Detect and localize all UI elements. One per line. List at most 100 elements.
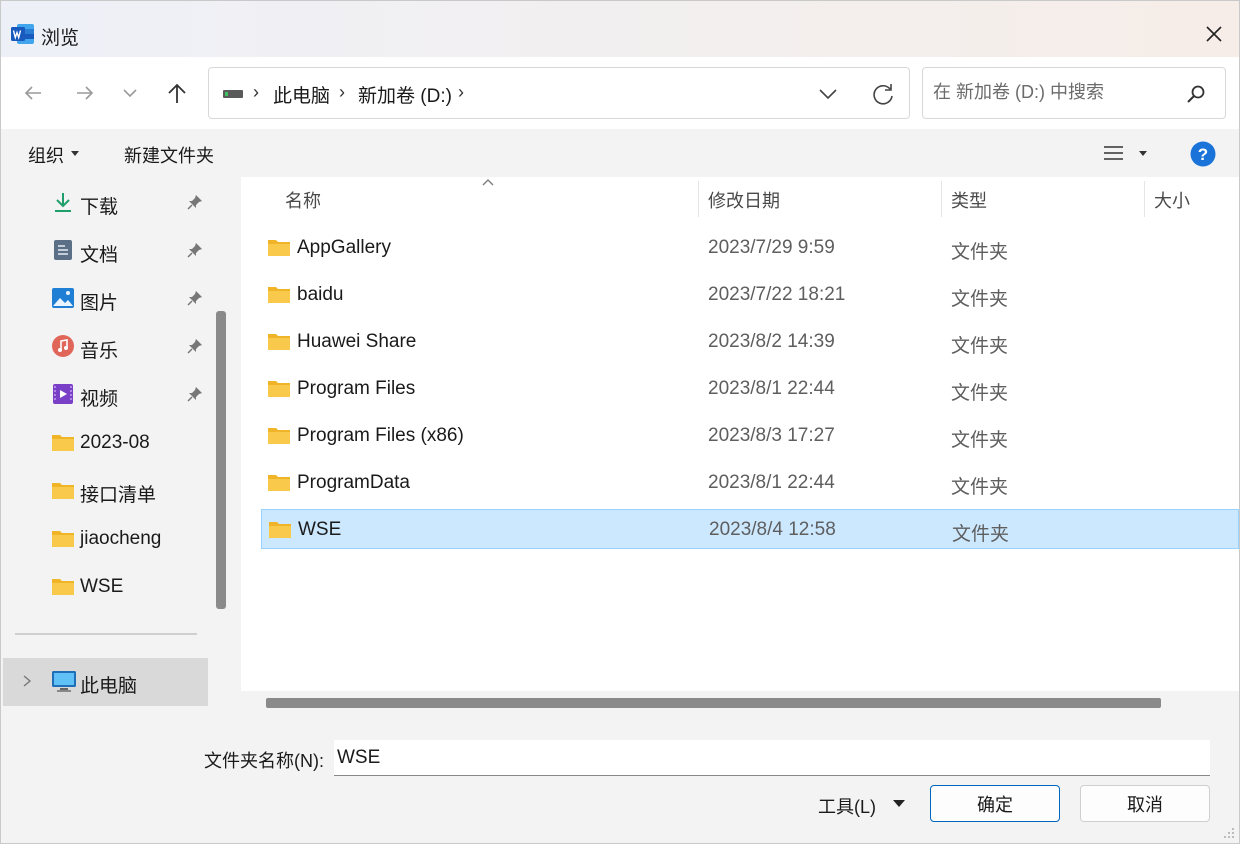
organize-button[interactable]: 组织 <box>28 142 64 168</box>
folder-icon <box>52 435 74 451</box>
list-view-icon[interactable] <box>1103 143 1125 163</box>
file-date: 2023/7/22 18:21 <box>708 284 846 305</box>
help-icon[interactable]: ? <box>1190 141 1216 167</box>
file-row[interactable]: AppGallery 2023/7/29 9:59 文件夹 <box>261 228 1239 268</box>
file-date: 2023/8/1 22:44 <box>708 472 835 493</box>
pin-icon[interactable] <box>187 338 203 354</box>
search-box[interactable] <box>922 67 1226 119</box>
new-folder-button[interactable]: 新建文件夹 <box>124 142 214 168</box>
breadcrumb-drive-d[interactable]: 新加卷 (D:) <box>358 81 452 108</box>
file-name: WSE <box>298 519 342 540</box>
column-header-type[interactable]: 类型 <box>951 187 987 213</box>
forward-button[interactable] <box>67 75 103 111</box>
drive-icon <box>223 90 243 98</box>
column-separator[interactable] <box>698 181 699 217</box>
search-icon[interactable] <box>1185 83 1207 105</box>
sidebar-item-label: 音乐 <box>80 341 119 362</box>
file-row[interactable]: Huawei Share 2023/8/2 14:39 文件夹 <box>261 322 1239 362</box>
sidebar-scrollbar[interactable] <box>216 311 226 609</box>
sidebar-item-videos[interactable]: 视频 <box>1 374 211 414</box>
ok-button[interactable]: 确定 <box>930 785 1060 822</box>
file-row[interactable]: baidu 2023/7/22 18:21 文件夹 <box>261 275 1239 315</box>
svg-text:?: ? <box>1198 145 1208 164</box>
resize-grip-icon[interactable] <box>1223 827 1235 839</box>
pin-icon[interactable] <box>187 242 203 258</box>
file-name: Huawei Share <box>297 331 417 352</box>
sidebar-item-jiaocheng[interactable]: jiaocheng <box>1 518 211 558</box>
caret-down-icon[interactable] <box>1139 151 1147 156</box>
breadcrumb-separator: › <box>339 82 345 102</box>
close-icon[interactable] <box>1197 17 1231 51</box>
sidebar-item-label: WSE <box>80 576 124 597</box>
sidebar-item-wse[interactable]: WSE <box>1 566 211 606</box>
sidebar-item-label: 此电脑 <box>80 676 138 697</box>
sidebar-item-this-pc[interactable]: 此电脑 <box>3 658 208 706</box>
scrollbar-thumb[interactable] <box>266 698 1161 708</box>
folder-name-input[interactable] <box>334 740 1210 776</box>
column-header-size[interactable]: 大小 <box>1154 187 1190 213</box>
sidebar-item-pictures[interactable]: 图片 <box>1 278 211 318</box>
arrow-right-icon <box>77 86 94 100</box>
column-header-name[interactable]: 名称 <box>285 187 321 213</box>
search-input[interactable] <box>933 82 1173 103</box>
file-type: 文件夹 <box>951 242 1009 263</box>
file-name: Program Files (x86) <box>297 425 464 446</box>
chevron-right-icon[interactable] <box>21 674 33 688</box>
file-type: 文件夹 <box>951 289 1009 310</box>
folder-icon <box>268 240 290 256</box>
file-date: 2023/8/3 17:27 <box>708 425 835 446</box>
column-header-date[interactable]: 修改日期 <box>708 187 780 213</box>
download-icon <box>55 193 71 212</box>
up-button[interactable] <box>159 75 195 111</box>
file-row[interactable]: Program Files 2023/8/1 22:44 文件夹 <box>261 369 1239 409</box>
chevron-down-icon[interactable] <box>814 82 842 106</box>
refresh-icon[interactable] <box>869 81 897 107</box>
navigation-bar: › 此电脑 › 新加卷 (D:) › <box>1 57 1239 129</box>
sidebar-item-downloads[interactable]: 下载 <box>1 182 211 222</box>
file-list: 名称 修改日期 类型 大小 AppGallery 2023/7/29 9:59 … <box>241 177 1239 691</box>
sidebar-item-label: 视频 <box>80 389 119 410</box>
sidebar-item-music[interactable]: 音乐 <box>1 326 211 366</box>
folder-name-label: 文件夹名称(N): <box>204 751 324 771</box>
pin-icon[interactable] <box>187 194 203 210</box>
tools-button[interactable]: 工具(L) <box>818 793 876 819</box>
video-icon <box>53 384 73 404</box>
file-date: 2023/8/2 14:39 <box>708 331 835 352</box>
sidebar-item-label: 下载 <box>80 197 119 218</box>
column-separator[interactable] <box>1144 181 1145 217</box>
address-bar[interactable]: › 此电脑 › 新加卷 (D:) › <box>208 67 910 119</box>
caret-down-icon[interactable] <box>893 800 905 807</box>
arrow-up-icon <box>168 83 186 103</box>
folder-icon <box>269 522 291 538</box>
caret-down-icon[interactable] <box>71 151 79 156</box>
file-row[interactable]: ProgramData 2023/8/1 22:44 文件夹 <box>261 463 1239 503</box>
pin-icon[interactable] <box>187 290 203 306</box>
column-separator[interactable] <box>941 181 942 217</box>
file-type: 文件夹 <box>952 524 1010 545</box>
word-icon <box>11 24 34 44</box>
cancel-button[interactable]: 取消 <box>1080 785 1210 822</box>
sidebar-item-label: 文档 <box>80 245 119 266</box>
computer-icon <box>52 671 76 692</box>
breadcrumb-separator: › <box>253 82 259 102</box>
sidebar-item-label: jiaocheng <box>80 528 162 549</box>
file-name: Program Files <box>297 378 416 399</box>
navigation-pane: 下载 文档 图片 音乐 视频 2023-08 接口清单 jiaocheng WS… <box>1 177 233 717</box>
sidebar-item-interface-list[interactable]: 接口清单 <box>1 470 211 510</box>
folder-icon <box>268 381 290 397</box>
recent-locations-button[interactable] <box>112 75 148 111</box>
breadcrumb-separator[interactable]: › <box>458 82 464 103</box>
folder-icon <box>268 475 290 491</box>
back-button[interactable] <box>15 75 51 111</box>
browse-dialog: 浏览 › 此电脑 › 新加卷 (D:) › 在 新加卷 (D:) 中搜索 组织 … <box>0 0 1240 844</box>
file-row-selected[interactable]: WSE 2023/8/4 12:58 文件夹 <box>261 509 1239 549</box>
sidebar-item-documents[interactable]: 文档 <box>1 230 211 270</box>
file-type: 文件夹 <box>951 477 1009 498</box>
pin-icon[interactable] <box>187 386 203 402</box>
file-type: 文件夹 <box>951 336 1009 357</box>
file-row[interactable]: Program Files (x86) 2023/8/3 17:27 文件夹 <box>261 416 1239 456</box>
breadcrumb-this-pc[interactable]: 此电脑 <box>273 81 330 108</box>
horizontal-scrollbar[interactable] <box>241 691 1239 715</box>
sidebar-item-2023-08[interactable]: 2023-08 <box>1 422 211 462</box>
file-name: ProgramData <box>297 472 410 493</box>
